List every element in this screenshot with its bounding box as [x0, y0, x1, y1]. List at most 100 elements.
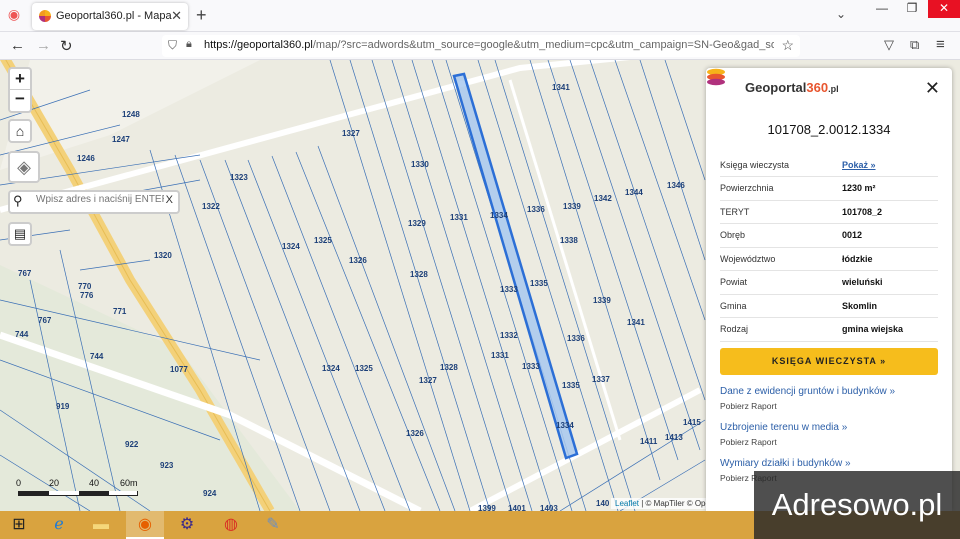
- tab-close-icon[interactable]: ✕: [171, 8, 182, 24]
- parcel-number-label: 919: [56, 402, 70, 411]
- parcel-number-label: 1327: [419, 376, 437, 385]
- parcel-boundary-line: [371, 60, 513, 511]
- window-close-button[interactable]: ✕: [928, 0, 960, 18]
- attribute-row: Rodzaj gmina wiejska: [720, 317, 938, 342]
- parcel-number-label: 1339: [563, 202, 581, 211]
- home-icon[interactable]: ⌂: [8, 119, 32, 143]
- firefox-taskbar-icon[interactable]: ◉: [126, 511, 164, 539]
- parcel-number-label: 1341: [552, 83, 570, 92]
- parcel-boundary-line: [529, 60, 661, 481]
- tab-bar: ◉ Geoportal360.pl - Mapa Interakt ✕ + ⌄ …: [0, 0, 960, 32]
- parcel-boundary-line: [271, 155, 411, 511]
- scale-label: 60m: [120, 478, 138, 488]
- legend-book-icon[interactable]: ▤: [8, 222, 32, 246]
- parcel-number-label: 1333: [522, 362, 540, 371]
- parcel-number-label: 776: [80, 291, 94, 300]
- logo-suffix: .pl: [828, 84, 839, 94]
- parcel-number-label: 1335: [530, 279, 548, 288]
- attribute-label: Powiat: [720, 270, 842, 295]
- navigation-bar: ← → ↻ ⛉ 🔒︎ https://geoportal360.pl/map/?…: [0, 32, 960, 60]
- attribute-value: 1230 m²: [842, 176, 938, 201]
- pocket-icon[interactable]: ▽: [884, 37, 894, 53]
- parcel-number-label: 744: [90, 352, 104, 361]
- geoportal-logo-text: Geoportal360.pl: [745, 80, 839, 95]
- cadastre-report-link[interactable]: Pobierz Raport: [720, 401, 777, 411]
- attribute-value: Skomlin: [842, 294, 938, 318]
- utilities-link[interactable]: Uzbrojenie terenu w media »: [720, 422, 847, 433]
- browser-tab[interactable]: Geoportal360.pl - Mapa Interakt ✕: [32, 3, 188, 30]
- scale-label: 20: [49, 478, 60, 488]
- zoom-in-button[interactable]: +: [10, 69, 30, 90]
- extensions-icon[interactable]: ⧉: [910, 37, 919, 53]
- url-host: https://geoportal360.pl: [204, 39, 313, 51]
- parcel-boundary-line: [477, 60, 619, 511]
- parcel-number-label: 1399: [478, 504, 496, 511]
- parcel-number-label: 1403: [540, 504, 558, 511]
- search-clear-button[interactable]: X: [166, 194, 173, 206]
- leaflet-link[interactable]: Leaflet: [615, 499, 639, 508]
- attribute-label: Gmina: [720, 294, 842, 318]
- map-canvas[interactable]: 1341 1248 1247 1327 1246 1330 1323 1322 1331 1334…: [0, 60, 960, 511]
- panel-close-button[interactable]: ✕: [925, 78, 940, 99]
- attribute-value: wieluński: [842, 270, 938, 295]
- menu-icon[interactable]: ≡: [936, 36, 945, 53]
- zoom-control: + −: [8, 67, 32, 113]
- search-icon: ⚲: [13, 193, 23, 208]
- attribute-label: Województwo: [720, 247, 842, 271]
- attribute-row: Gmina Skomlin: [720, 294, 938, 318]
- parcel-number-label: 922: [125, 440, 139, 449]
- reload-icon[interactable]: ↻: [60, 37, 73, 55]
- side-road-east: [468, 387, 702, 511]
- attribute-label: Powierzchnia: [720, 176, 842, 201]
- layers-icon[interactable]: ◈: [8, 151, 40, 183]
- parcel-boundary-line: [589, 60, 706, 401]
- chrome-icon[interactable]: ◍: [212, 511, 250, 539]
- tab-list-chevron-icon[interactable]: ⌄: [836, 7, 846, 21]
- attribute-value: gmina wiejska: [842, 317, 938, 342]
- address-search-input[interactable]: [36, 194, 164, 205]
- tracking-shield-icon[interactable]: ⛉: [168, 38, 177, 53]
- logo-number: 360: [806, 80, 829, 95]
- parcel-number-label: 1077: [170, 365, 188, 374]
- lock-icon[interactable]: 🔒︎: [186, 38, 192, 51]
- paint-icon[interactable]: ✎: [254, 511, 292, 539]
- settings-gear-icon[interactable]: ⚙: [168, 511, 206, 539]
- parcel-number-label: 140: [596, 499, 610, 508]
- attribute-row: Powiat wieluński: [720, 270, 938, 295]
- new-tab-button[interactable]: +: [196, 5, 207, 26]
- dimensions-link[interactable]: Wymiary działki i budynków »: [720, 458, 851, 469]
- address-bar[interactable]: ⛉ 🔒︎ https://geoportal360.pl/map/?src=ad…: [162, 35, 800, 57]
- attribute-row: Obręb 0012: [720, 223, 938, 248]
- window-maximize-button[interactable]: ❐: [898, 0, 926, 18]
- highlighted-parcel[interactable]: [452, 72, 579, 460]
- attribute-label: TERYT: [720, 200, 842, 224]
- file-explorer-icon[interactable]: ▬: [82, 511, 120, 539]
- parcel-info-panel: Geoportal360.pl ✕ 101708_2.0012.1334 Ksi…: [706, 68, 952, 511]
- land-register-button[interactable]: KSIĘGA WIECZYSTA »: [720, 348, 938, 375]
- parcel-number-label: 1338: [560, 236, 578, 245]
- tab-title: Geoportal360.pl - Mapa Interakt: [56, 10, 172, 22]
- firefox-view-icon[interactable]: ◉: [4, 6, 24, 26]
- back-arrow-icon[interactable]: ←: [10, 37, 25, 54]
- cadastre-data-link[interactable]: Dane z ewidencji gruntów i budynków »: [720, 386, 895, 397]
- geoportal-favicon-icon: [39, 10, 51, 22]
- zoom-out-button[interactable]: −: [10, 90, 30, 111]
- parcel-number-label: 1328: [440, 363, 458, 372]
- parcel-boundary-line: [317, 145, 456, 511]
- parcel-number-label: 1331: [450, 213, 468, 222]
- internet-explorer-icon[interactable]: ℯ: [40, 511, 78, 539]
- attribute-label: Księga wieczysta: [720, 153, 842, 177]
- windows-start-icon[interactable]: ⊞: [0, 511, 38, 539]
- show-land-register-link[interactable]: Pokaż »: [842, 160, 876, 170]
- parcel-number-label: 1344: [625, 188, 643, 197]
- parcel-number-label: 1333: [500, 285, 518, 294]
- attribute-value: 0012: [842, 223, 938, 248]
- parcel-number-label: 1334: [490, 211, 508, 220]
- utilities-report-link[interactable]: Pobierz Raport: [720, 437, 777, 447]
- bookmark-star-icon[interactable]: ☆: [781, 37, 794, 54]
- parcel-number-label: 1415: [683, 418, 701, 427]
- window-minimize-button[interactable]: —: [868, 0, 896, 18]
- url-text[interactable]: https://geoportal360.pl/map/?src=adwords…: [204, 39, 774, 51]
- forward-arrow-icon[interactable]: →: [36, 37, 51, 54]
- scale-bar: 0 20 40 60m: [16, 478, 146, 500]
